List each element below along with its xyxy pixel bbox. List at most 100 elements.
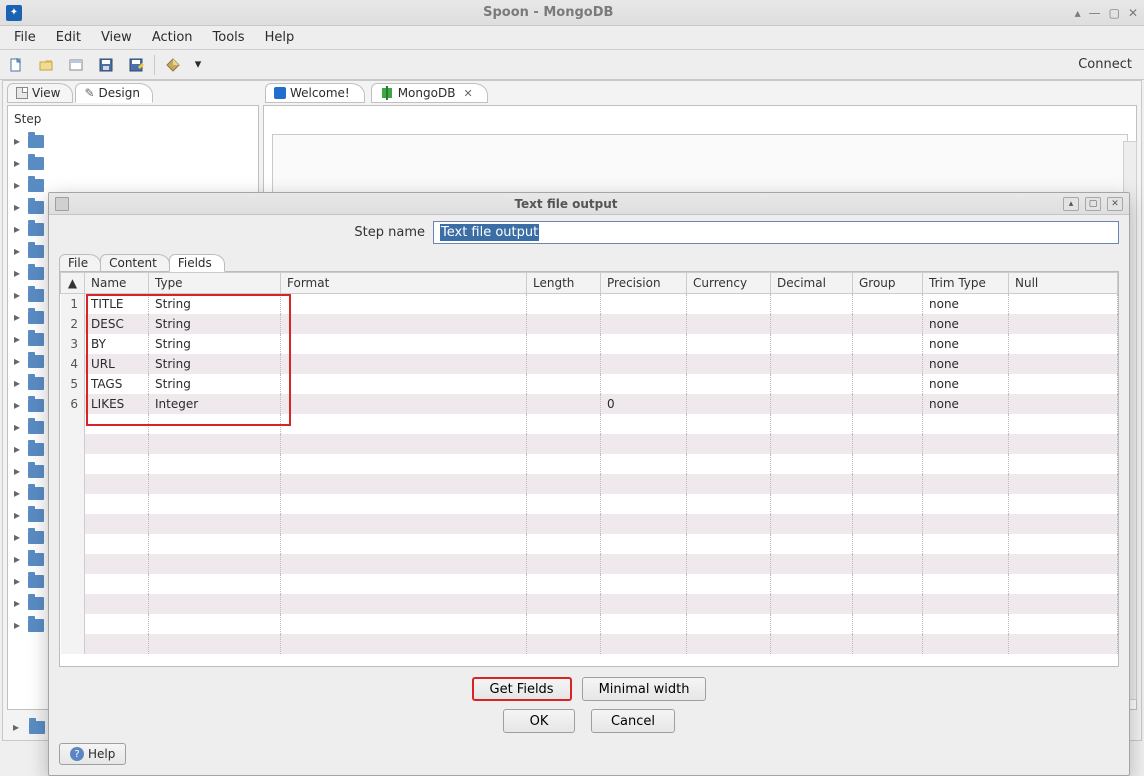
save-icon[interactable] <box>94 54 118 76</box>
cell-currency[interactable] <box>687 374 771 394</box>
sub-tab-content[interactable]: Content <box>100 254 170 272</box>
cell-decimal[interactable] <box>771 314 853 334</box>
col-type[interactable]: Type <box>149 273 281 294</box>
col-null[interactable]: Null <box>1009 273 1118 294</box>
cell-name[interactable]: TITLE <box>85 294 149 315</box>
minimal-width-button[interactable]: Minimal width <box>582 677 707 701</box>
cell-name[interactable]: URL <box>85 354 149 374</box>
dialog-titlebar[interactable]: Text file output ▴ ▢ ✕ <box>49 193 1129 215</box>
cell-n[interactable]: 1 <box>61 294 85 315</box>
col-format[interactable]: Format <box>281 273 527 294</box>
new-file-icon[interactable] <box>4 54 28 76</box>
cell-null[interactable] <box>1009 354 1118 374</box>
cell-format[interactable] <box>281 294 527 315</box>
col-trim[interactable]: Trim Type <box>923 273 1009 294</box>
connect-button[interactable]: Connect <box>1070 55 1140 74</box>
col-length[interactable]: Length <box>527 273 601 294</box>
cell-type[interactable]: String <box>149 374 281 394</box>
ok-button[interactable]: OK <box>503 709 575 733</box>
cell-null[interactable] <box>1009 394 1118 414</box>
open-icon[interactable] <box>34 54 58 76</box>
col-group[interactable]: Group <box>853 273 923 294</box>
fields-table[interactable]: ▲ Name Type Format Length Precision Curr… <box>60 272 1118 654</box>
cell-currency[interactable] <box>687 334 771 354</box>
cell-n[interactable]: 2 <box>61 314 85 334</box>
cell-group[interactable] <box>853 374 923 394</box>
menu-action[interactable]: Action <box>144 28 201 47</box>
cell-precision[interactable] <box>601 334 687 354</box>
cell-format[interactable] <box>281 334 527 354</box>
cell-n[interactable]: 5 <box>61 374 85 394</box>
window-close-icon[interactable]: ✕ <box>1128 6 1138 20</box>
cell-precision[interactable] <box>601 314 687 334</box>
table-row[interactable]: 2DESCString none <box>61 314 1118 334</box>
cell-name[interactable]: DESC <box>85 314 149 334</box>
cell-trim[interactable]: none <box>923 394 1009 414</box>
cell-n[interactable]: 4 <box>61 354 85 374</box>
menu-help[interactable]: Help <box>257 28 303 47</box>
cell-length[interactable] <box>527 354 601 374</box>
cell-format[interactable] <box>281 374 527 394</box>
window-maximize-icon[interactable]: ▢ <box>1109 6 1120 20</box>
cell-decimal[interactable] <box>771 394 853 414</box>
cell-currency[interactable] <box>687 314 771 334</box>
cell-type[interactable]: String <box>149 334 281 354</box>
cell-group[interactable] <box>853 314 923 334</box>
dialog-roll-icon[interactable]: ▴ <box>1063 197 1079 211</box>
cell-length[interactable] <box>527 294 601 315</box>
cell-length[interactable] <box>527 334 601 354</box>
window-minimize-icon[interactable]: — <box>1089 6 1101 20</box>
cell-precision[interactable] <box>601 374 687 394</box>
cell-currency[interactable] <box>687 294 771 315</box>
get-fields-button[interactable]: Get Fields <box>472 677 572 701</box>
window-roll-icon[interactable]: ▴ <box>1075 6 1081 20</box>
menu-file[interactable]: File <box>6 28 44 47</box>
menu-tools[interactable]: Tools <box>205 28 253 47</box>
cell-group[interactable] <box>853 354 923 374</box>
cell-decimal[interactable] <box>771 334 853 354</box>
cell-type[interactable]: String <box>149 354 281 374</box>
cell-name[interactable]: BY <box>85 334 149 354</box>
cancel-button[interactable]: Cancel <box>591 709 675 733</box>
dialog-close-icon[interactable]: ✕ <box>1107 197 1123 211</box>
menu-edit[interactable]: Edit <box>48 28 89 47</box>
cell-type[interactable]: String <box>149 314 281 334</box>
cell-precision[interactable]: 0 <box>601 394 687 414</box>
table-row[interactable]: 1TITLEString none <box>61 294 1118 315</box>
cell-decimal[interactable] <box>771 294 853 315</box>
cell-length[interactable] <box>527 374 601 394</box>
menu-view[interactable]: View <box>93 28 140 47</box>
cell-null[interactable] <box>1009 314 1118 334</box>
sub-tab-file[interactable]: File <box>59 254 101 272</box>
perspective-icon[interactable] <box>161 54 185 76</box>
cell-trim[interactable]: none <box>923 334 1009 354</box>
cell-type[interactable]: String <box>149 294 281 315</box>
tree-item[interactable]: ▸ <box>14 130 252 152</box>
col-precision[interactable]: Precision <box>601 273 687 294</box>
step-name-input[interactable]: Text file output <box>433 221 1119 244</box>
col-currency[interactable]: Currency <box>687 273 771 294</box>
cell-format[interactable] <box>281 314 527 334</box>
sub-tab-fields[interactable]: Fields <box>169 254 225 272</box>
cell-trim[interactable]: none <box>923 374 1009 394</box>
cell-null[interactable] <box>1009 294 1118 315</box>
table-row[interactable]: 5TAGSStringnone <box>61 374 1118 394</box>
table-row[interactable]: 3BYStringnone <box>61 334 1118 354</box>
col-rownum[interactable]: ▲ <box>61 273 85 294</box>
cell-trim[interactable]: none <box>923 314 1009 334</box>
tree-item[interactable]: ▸ <box>14 152 252 174</box>
tab-mongodb[interactable]: MongoDB✕ <box>371 83 488 103</box>
cell-trim[interactable]: none <box>923 354 1009 374</box>
close-icon[interactable]: ✕ <box>463 87 472 100</box>
tab-welcome[interactable]: Welcome! <box>265 83 365 103</box>
cell-trim[interactable]: none <box>923 294 1009 315</box>
help-button[interactable]: ? Help <box>59 743 126 765</box>
perspective-dropdown-icon[interactable]: ▾ <box>191 54 205 76</box>
cell-precision[interactable] <box>601 354 687 374</box>
tab-design[interactable]: ✎Design <box>75 83 153 103</box>
cell-length[interactable] <box>527 314 601 334</box>
table-row[interactable]: 6LIKESInteger0none <box>61 394 1118 414</box>
cell-format[interactable] <box>281 394 527 414</box>
table-row[interactable]: 4URLString none <box>61 354 1118 374</box>
cell-n[interactable]: 6 <box>61 394 85 414</box>
